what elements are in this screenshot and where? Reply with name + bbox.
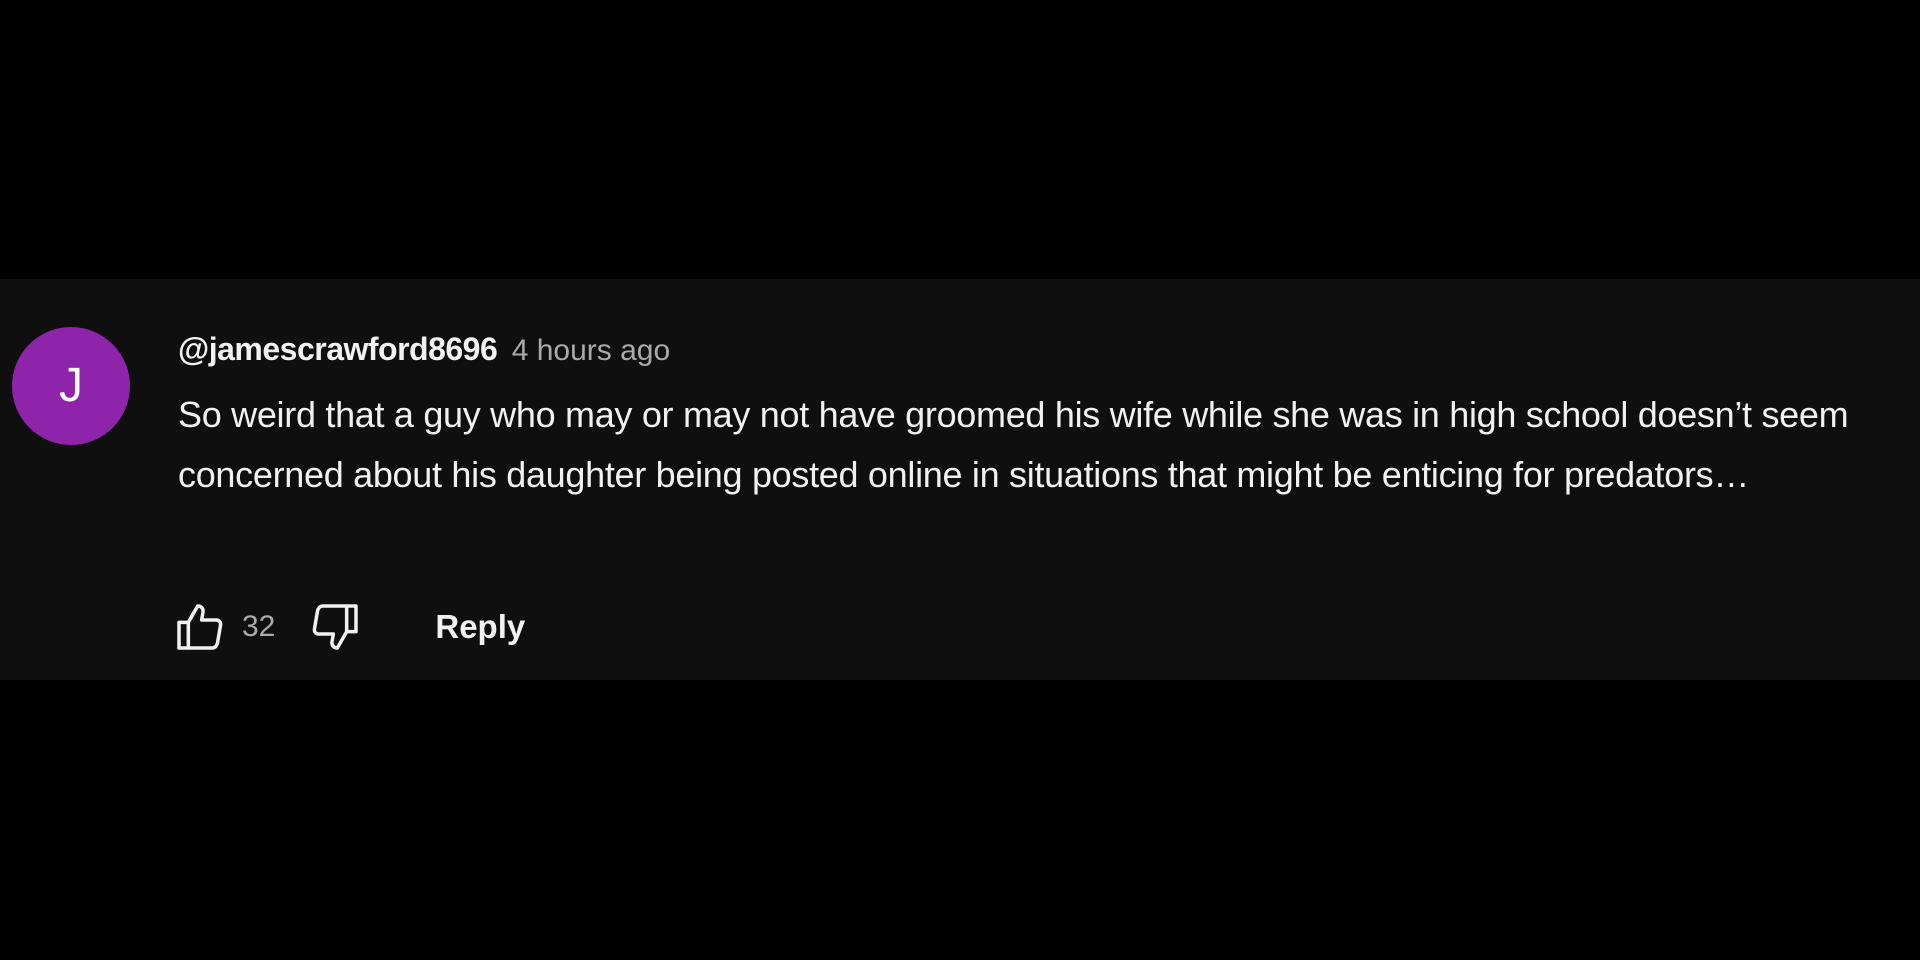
avatar[interactable]: J [12, 327, 130, 445]
dislike-button[interactable] [305, 597, 365, 657]
comment-timestamp[interactable]: 4 hours ago [512, 334, 670, 367]
thumbs-up-icon [177, 604, 223, 650]
like-button[interactable] [170, 597, 230, 657]
author-name[interactable]: @jamescrawford8696 [178, 331, 498, 367]
comment-thread: J @jamescrawford8696 4 hours ago So weir… [0, 279, 1920, 680]
comment-body: @jamescrawford8696 4 hours ago So weird … [178, 331, 1898, 505]
thumbs-down-icon [313, 604, 359, 650]
like-count: 32 [242, 610, 276, 643]
comment-header: @jamescrawford8696 4 hours ago [178, 331, 1898, 375]
comment-text: So weird that a guy who may or may not h… [178, 394, 1849, 495]
comment-action-bar: 32 Reply [170, 597, 525, 657]
avatar-letter: J [59, 359, 83, 412]
reply-button[interactable]: Reply [435, 600, 525, 654]
